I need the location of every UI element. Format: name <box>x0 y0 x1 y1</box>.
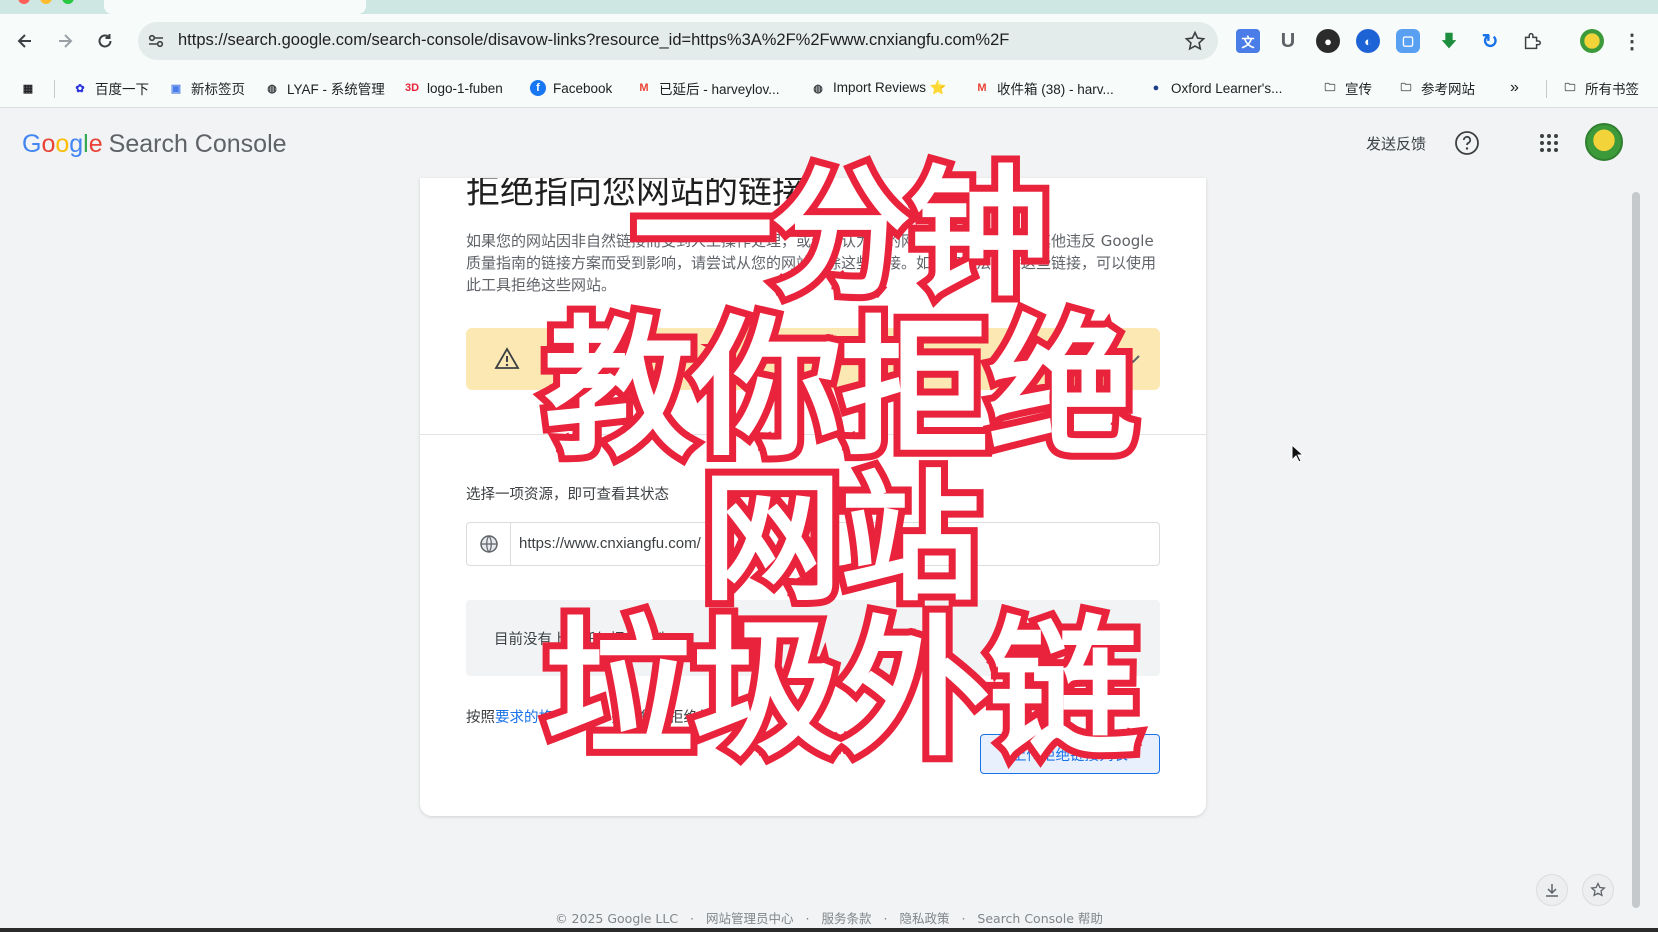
globe-icon <box>479 535 498 553</box>
section-divider <box>420 434 1206 435</box>
folder-icon: 🗀 <box>1400 81 1412 94</box>
bookmarks-bar: ▦ ✿ 百度一下 ▣ 新标签页 ◍ LYAF - 系统管理 3D logo-1-… <box>0 68 1658 108</box>
resource-globe <box>467 523 511 565</box>
no-file-message: 目前没有上传任何拒绝文件 <box>494 632 668 648</box>
site-info-icon[interactable] <box>146 31 166 51</box>
url-text[interactable]: https://search.google.com/search-console… <box>178 31 1009 50</box>
blue-circle-extension-icon[interactable]: ◐ <box>1356 29 1380 53</box>
active-tab[interactable] <box>104 0 366 14</box>
warning-icon <box>494 347 520 369</box>
forward-arrow-icon <box>59 34 73 48</box>
footer-link-privacy[interactable]: 隐私政策 <box>899 911 949 926</box>
footer-link-webmaster-central[interactable]: 网站管理员中心 <box>706 911 794 926</box>
minimize-window-button[interactable] <box>40 0 52 4</box>
bookmark-separator <box>1546 80 1547 98</box>
account-avatar[interactable] <box>1585 123 1623 161</box>
resource-selector[interactable]: https://www.cnxiangfu.com/ <box>466 522 1160 566</box>
forward-button[interactable] <box>52 28 78 54</box>
footer-link-help[interactable]: Search Console 帮助 <box>977 911 1103 926</box>
green-arrow-icon <box>1441 32 1457 49</box>
resource-url: https://www.cnxiangfu.com/ <box>519 535 701 552</box>
bookmark-facebook[interactable]: f Facebook <box>530 78 612 98</box>
bookmark-folder-reference[interactable]: 🗀 参考网站 <box>1398 78 1476 98</box>
u-extension-icon[interactable]: U <box>1276 29 1300 53</box>
browser-menu-icon[interactable]: ⋮ <box>1620 29 1644 53</box>
page-footer: © 2025 Google LLC · 网站管理员中心 · 服务条款 · 隐私政… <box>555 911 1103 926</box>
back-button[interactable] <box>12 28 38 54</box>
more-bookmarks-button[interactable]: » <box>1510 78 1519 98</box>
select-resource-label: 选择一项资源，即可查看其状态 <box>466 487 669 503</box>
3d-logo-icon: 3D <box>404 82 420 94</box>
send-feedback-link[interactable]: 发送反馈 <box>1366 133 1426 154</box>
gmail-icon: M <box>639 82 649 94</box>
oxford-icon: ● <box>1152 82 1160 94</box>
bookmark-folder-promo[interactable]: 🗀 宣传 <box>1322 78 1373 98</box>
download-button[interactable] <box>1536 874 1568 906</box>
profile-avatar-small[interactable] <box>1580 29 1604 53</box>
bookmark-star-icon[interactable] <box>1184 30 1206 52</box>
gmail-icon: M <box>977 82 987 94</box>
upload-disavow-list-button[interactable]: 上传拒绝链接列表 <box>980 734 1160 774</box>
scrollbar-thumb[interactable] <box>1632 192 1640 908</box>
page-title: 拒绝指向您网站的链接 <box>466 178 806 212</box>
baidu-paw-icon: ✿ <box>75 82 85 95</box>
mouse-cursor-icon <box>1291 444 1305 463</box>
tab-strip <box>0 0 1658 14</box>
folder-icon: 🗀 <box>1564 81 1576 94</box>
bookmark-gmail-snoozed[interactable]: M 已延后 - harveylov... <box>636 78 779 98</box>
help-icon[interactable] <box>1454 130 1480 156</box>
globe-icon: ◍ <box>267 82 277 95</box>
bookmark-oxford[interactable]: ● Oxford Learner's... <box>1148 78 1283 98</box>
disavow-description: 如果您的网站因非自然链接而受到人工操作处理，或者您认为您的网站包含付费链接或其他… <box>466 232 1157 294</box>
app-header: Google Search Console 发送反馈 <box>0 108 1658 178</box>
c-extension-icon[interactable]: ↻ <box>1478 29 1502 53</box>
favorite-button[interactable] <box>1582 874 1614 906</box>
search-console-logo[interactable]: Google Search Console <box>22 130 287 159</box>
window-bottom-edge <box>0 928 1658 932</box>
bookmark-baidu[interactable]: ✿ 百度一下 <box>72 78 149 98</box>
puzzle-icon <box>1524 32 1541 50</box>
extensions-puzzle-icon[interactable] <box>1520 29 1544 53</box>
page-scrollbar[interactable] <box>1630 192 1642 916</box>
globe-icon: ◍ <box>813 82 823 95</box>
format-link[interactable]: 要求的格式 <box>495 710 568 726</box>
translate-extension-icon[interactable]: 文 <box>1236 29 1260 53</box>
reload-button[interactable] <box>92 28 118 54</box>
maximize-window-button[interactable] <box>62 0 74 4</box>
close-window-button[interactable] <box>18 0 30 4</box>
facebook-icon: f <box>530 80 546 96</box>
all-bookmarks-folder[interactable]: 🗀 所有书签 <box>1562 78 1640 98</box>
warning-banner[interactable] <box>466 328 1160 390</box>
bookmark-new-tab[interactable]: ▣ 新标签页 <box>168 78 245 98</box>
reload-icon <box>98 34 112 48</box>
google-apps-icon[interactable] <box>1538 132 1560 154</box>
disavow-status-box: 目前没有上传任何拒绝文件 <box>466 600 1160 676</box>
product-name: Search Console <box>108 130 287 158</box>
bookmark-lyaf[interactable]: ◍ LYAF - 系统管理 <box>264 78 385 98</box>
back-arrow-icon <box>17 34 31 48</box>
address-bar[interactable]: https://search.google.com/search-console… <box>138 22 1218 60</box>
apps-grid-bookmark[interactable]: ▦ <box>20 78 43 98</box>
grid-icon: ▦ <box>22 82 34 95</box>
dark-extension-icon[interactable]: ● <box>1316 29 1340 53</box>
bookmark-separator <box>54 80 55 98</box>
format-instructions: 按照要求的格式，其中列出您要拒绝的链接 <box>466 710 742 726</box>
new-tab-icon: ▣ <box>170 82 182 95</box>
download-icon <box>1546 884 1558 897</box>
bookmark-gmail-inbox[interactable]: M 收件箱 (38) - harv... <box>974 78 1113 98</box>
browser-toolbar: https://search.google.com/search-console… <box>0 14 1658 68</box>
chat-extension-icon[interactable]: ▢ <box>1396 29 1420 53</box>
chevron-down-icon[interactable] <box>1122 348 1144 370</box>
folder-icon: 🗀 <box>1324 81 1336 94</box>
copyright: © 2025 Google LLC <box>555 911 679 926</box>
bookmark-logo-fuben[interactable]: 3D logo-1-fuben <box>404 78 503 98</box>
bookmark-import-reviews[interactable]: ◍ Import Reviews ⭐ <box>810 78 946 98</box>
star-icon <box>1590 882 1606 897</box>
disavow-card: 拒绝指向您网站的链接 如果您的网站因非自然链接而受到人工操作处理，或者您认为您的… <box>420 178 1206 816</box>
download-extension-icon[interactable] <box>1437 29 1461 53</box>
footer-link-terms[interactable]: 服务条款 <box>821 911 871 926</box>
